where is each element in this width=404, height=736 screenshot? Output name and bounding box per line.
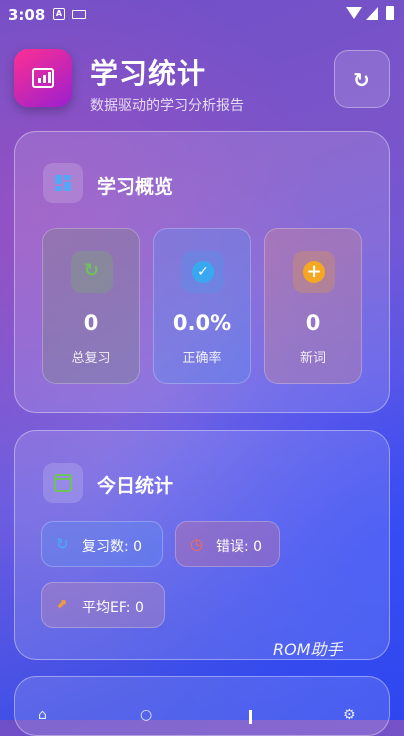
wifi-icon [346,7,362,19]
stats-icon[interactable] [249,710,252,724]
stat-label: 总复习 [71,351,111,366]
notification-a-icon: A [53,8,65,20]
bottom-nav: ⌂ ○ ⚙ [0,700,404,724]
status-time: 3:08 [8,6,46,24]
stat-label: 新词 [299,351,326,366]
clock-icon: ◷ [190,535,204,553]
review-icon: ↻ [71,251,113,293]
refresh-icon: ↻ [353,68,370,92]
pill-text: 复习数: 0 [82,539,143,555]
page-title: 学习统计 [90,57,207,90]
today-avg-ef-pill: ⬈ 平均EF: 0 [41,582,165,628]
trend-icon: ⬈ [56,597,67,612]
keyboard-icon [72,10,86,19]
dashboard-icon [43,163,83,203]
stat-new-words: + 0 新词 [264,228,362,384]
signal-icon [366,7,378,20]
battery-icon [386,6,394,20]
today-reviews-pill: ↻ 复习数: 0 [41,521,163,567]
today-errors-pill: ◷ 错误: 0 [175,521,280,567]
app-logo-icon [14,49,72,107]
today-title: 今日统计 [97,475,174,497]
pill-text: 错误: 0 [216,539,263,555]
stat-total-reviews: ↻ 0 总复习 [42,228,140,384]
add-circle-icon: + [293,251,335,293]
stat-value: 0 [83,311,99,335]
check-badge-icon: ✓ [182,251,224,293]
stat-label: 正确率 [182,351,222,366]
stat-value: 0 [305,311,321,335]
stat-accuracy: ✓ 0.0% 正确率 [153,228,251,384]
overview-title: 学习概览 [97,176,174,198]
status-bar: 3:08 A [0,0,404,30]
calendar-icon [43,463,83,503]
refresh-button[interactable]: ↻ [334,50,390,108]
stat-value: 0.0% [172,311,232,335]
watermark: ROM助手 [273,640,343,659]
pill-text: 平均EF: 0 [82,600,144,616]
overview-card: 学习概览 ↻ 0 总复习 ✓ 0.0% 正确率 + 0 新词 [14,131,390,413]
review-icon: ↻ [56,535,69,553]
today-card: 今日统计 ↻ 复习数: 0 ◷ 错误: 0 ⬈ 平均EF: 0 [14,430,390,660]
page-subtitle: 数据驱动的学习分析报告 [90,98,244,114]
